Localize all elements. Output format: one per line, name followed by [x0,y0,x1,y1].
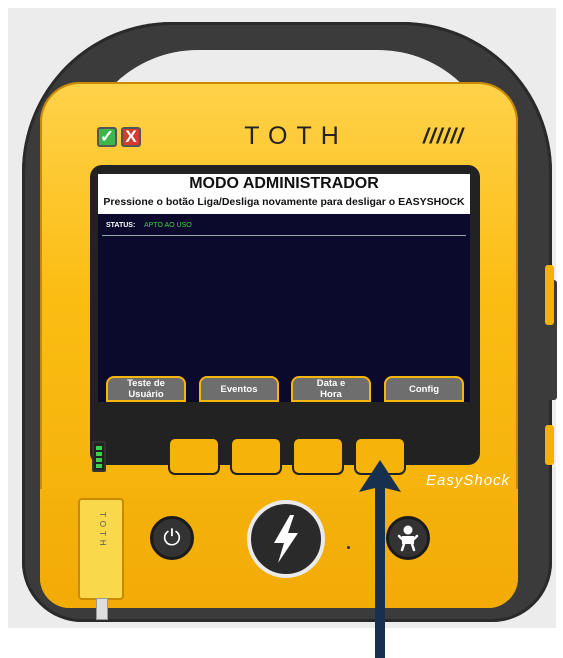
function-button-1[interactable] [168,437,220,475]
screen-title: MODO ADMINISTRADOR [189,175,379,192]
lightning-icon [274,515,298,563]
connector-line [405,458,426,460]
status-error-indicator: X [121,127,141,147]
softkey-label: Config [408,383,440,395]
indicator-dot [347,546,350,549]
power-button[interactable]: ⏻ [150,516,194,560]
softkey-data-hora[interactable]: Data e Hora [291,376,371,402]
battery-cell [96,464,102,468]
battery-cell [96,458,102,462]
softkey-label: Data e Hora [316,378,346,400]
shock-button[interactable] [247,500,325,578]
connector-line [145,402,147,460]
status-value: APTO AO USO [144,222,192,229]
function-button-2[interactable] [230,437,282,475]
connector-line [145,458,169,460]
power-icon: ⏻ [163,525,181,550]
function-button-3[interactable] [292,437,344,475]
battery-cell [96,446,102,450]
divider [102,235,466,236]
model-label: EasyShock [426,472,511,489]
softkey-eventos[interactable]: Eventos [199,376,279,402]
connector-line [318,402,320,426]
status-label: STATUS: [106,222,136,229]
connector-line [256,402,258,438]
decorative-slashes: ////// [423,125,465,148]
connector-line [424,402,426,460]
battery-cell [96,452,102,456]
softkey-label: Eventos [220,383,258,395]
softkey-label: Teste de Usuário [127,378,165,400]
display-screen: MODO ADMINISTRADOR Pressione o botão Lig… [98,174,470,402]
battery-icon [92,441,106,472]
brand-logo: TOTH [244,122,348,150]
side-button-upper[interactable] [545,265,554,325]
arrow-up-icon [359,460,401,658]
softkey-teste-usuario[interactable]: Teste de Usuário [106,376,186,402]
connector-label: TOTH [98,512,107,550]
electrode-cable [96,598,108,620]
side-button-lower[interactable] [545,425,554,465]
screen-instruction: Pressione o botão Liga/Desliga novamente… [103,196,465,208]
softkey-config[interactable]: Config [384,376,464,402]
status-ok-indicator: ✓ [97,127,117,147]
connector-line [334,424,336,438]
